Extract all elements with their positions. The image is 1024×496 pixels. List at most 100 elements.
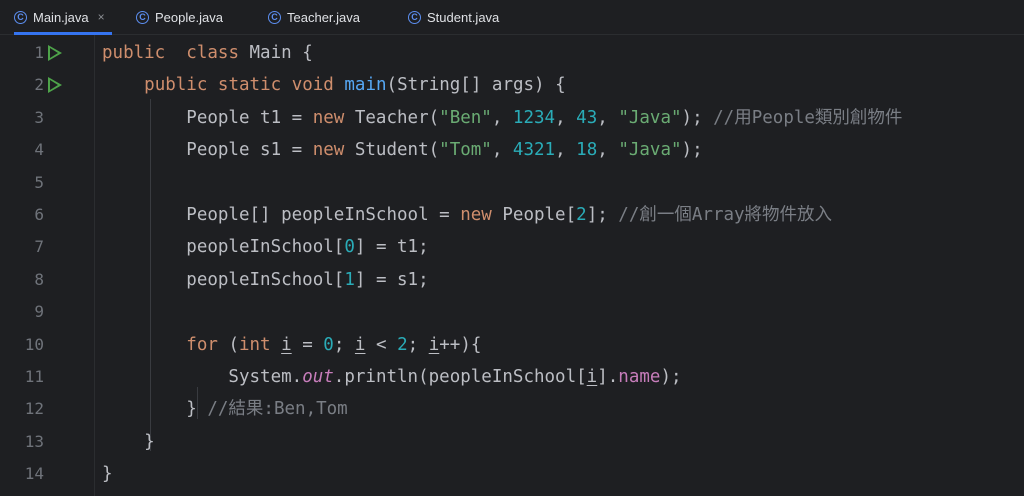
tab-label: Teacher.java [287,9,360,25]
code-editor[interactable]: 1 public class Main {2 public static void… [0,35,1024,496]
code-token: peopleInSchool[ [102,237,345,258]
code-token: i [428,334,440,355]
editor-tab-bar: C Main.java × C People.java C Teacher.java C Stu… [0,0,1024,35]
code-token: ); [681,140,703,161]
code-token: 1 [344,269,355,290]
code-token: ] = t1; [354,237,429,258]
code-token: i [586,367,598,387]
class-icon: C [14,10,27,24]
code-text: peopleInSchool[0] = t1; [102,231,429,263]
code-line[interactable]: 2 public static void main(String[] args)… [0,69,1024,101]
code-token: i [281,334,292,355]
code-token: 1234 [512,107,556,128]
code-text: People[] peopleInSchool = new People[2];… [102,199,832,231]
code-token: , [491,107,513,128]
code-text: for (int i = 0; i < 2; i++){ [102,329,481,361]
tab-main-java[interactable]: C Main.java × [14,0,112,35]
line-number: 12 [24,399,44,419]
code-line[interactable]: 9 [0,296,1024,328]
code-token: main [344,75,387,96]
code-token: "Ben" [439,107,492,128]
tab-people-java[interactable]: C People.java [136,0,223,34]
code-token: //結果:Ben,Tom [207,399,348,420]
line-number: 1 [34,43,44,62]
code-text: } [102,458,113,490]
class-icon: C [408,10,421,24]
code-line[interactable]: 1 public class Main { [0,37,1024,69]
close-tab-icon[interactable]: × [98,10,105,24]
code-line[interactable]: 10 for (int i = 0; i < 2; i++){ [0,329,1024,361]
tab-label: People.java [155,9,223,25]
code-text: System.out.println(peopleInSchool[i].nam… [102,361,682,393]
code-line[interactable]: 3 People t1 = new Teacher("Ben", 1234, 4… [0,102,1024,134]
code-token: 4321 [512,140,556,161]
code-token: } [102,399,208,420]
line-number: 10 [24,334,44,354]
code-token: System. [102,367,303,387]
code-token: new [312,107,345,128]
code-text: } [102,426,155,458]
code-token: } [102,431,155,452]
code-token: 2 [576,205,587,225]
code-line[interactable]: 6 People[] peopleInSchool = new People[2… [0,199,1024,231]
code-line[interactable]: 7 peopleInSchool[0] = t1; [0,231,1024,263]
code-token: 18 [576,140,598,161]
code-token: name [618,367,661,387]
code-token: < [365,334,398,355]
code-token: 2 [397,334,408,355]
code-token: ]; [586,205,619,225]
code-line[interactable]: 14} [0,458,1024,490]
code-line[interactable]: 13 } [0,426,1024,458]
code-line[interactable]: 11 System.out.println(peopleInSchool[i].… [0,361,1024,393]
code-token: ); [660,367,682,387]
code-line[interactable]: 12 } //結果:Ben,Tom [0,393,1024,425]
code-token: ( [217,334,239,355]
code-token: for [186,334,218,355]
code-token: new [312,140,345,161]
tab-label: Main.java [33,9,89,25]
code-token: out [302,367,334,387]
code-token: int [238,334,271,355]
code-token: ); [681,107,714,128]
code-token: new [460,205,492,225]
code-token: Main { [238,43,313,63]
code-line[interactable]: 4 People s1 = new Student("Tom", 4321, 1… [0,134,1024,166]
tab-student-java[interactable]: C Student.java [408,0,499,34]
class-icon: C [136,10,149,24]
tab-teacher-java[interactable]: C Teacher.java [268,0,360,34]
line-number: 6 [34,205,44,224]
code-text: public static void main(String[] args) { [102,69,566,101]
code-token: "Tom" [439,140,492,161]
line-number: 5 [34,172,44,192]
code-token: ; [407,334,429,355]
code-line[interactable]: 5 [0,167,1024,199]
code-token: People s1 = [102,140,313,161]
code-token: 0 [344,237,355,258]
line-number: 11 [24,367,44,386]
code-token: People[ [491,205,577,225]
code-token: 43 [576,107,598,128]
code-token: static [217,75,282,96]
run-gutter-icon[interactable] [48,77,62,94]
code-line[interactable]: 8 peopleInSchool[1] = s1; [0,264,1024,296]
code-token: .println(peopleInSchool[ [333,367,587,387]
code-token: People t1 = [102,107,313,128]
code-token: People[] peopleInSchool = [102,205,461,225]
code-token: "Java" [618,107,682,128]
code-text: } //結果:Ben,Tom [102,393,348,425]
code-token: , [555,107,577,128]
run-gutter-icon[interactable] [48,45,62,61]
code-token: 0 [323,334,334,355]
code-token: ; [333,334,355,355]
code-token: "Java" [618,140,682,161]
code-token: } [102,464,113,485]
code-text: People s1 = new Student("Tom", 4321, 18,… [102,134,703,166]
code-token: peopleInSchool[ [102,269,345,290]
code-token: void [291,75,334,96]
